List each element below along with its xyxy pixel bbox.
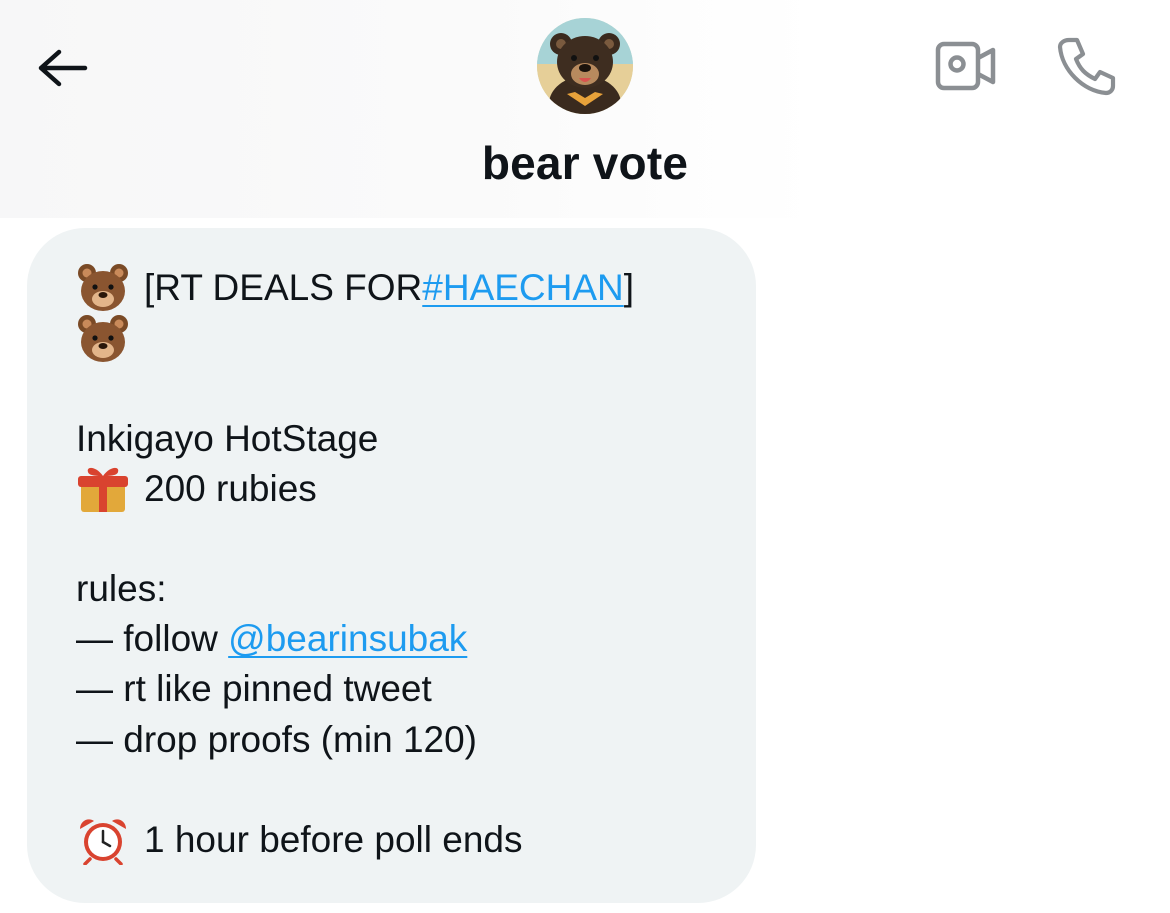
- message-text: ]: [623, 267, 635, 308]
- message-line-rule-proofs: — drop proofs (min 120): [76, 719, 478, 760]
- message-text: 200 rubies: [144, 468, 317, 509]
- message-line-prize: 200 rubies: [76, 464, 317, 514]
- message-line-deadline: 1 hour before poll ends: [76, 815, 523, 865]
- video-call-button[interactable]: [930, 34, 1002, 98]
- message-line-event: Inkigayo HotStage: [76, 418, 379, 459]
- video-camera-icon: [935, 41, 996, 91]
- message-line-rule-follow: — follow @bearinsubak: [76, 614, 467, 664]
- message-line-rule-rt: — rt like pinned tweet: [76, 668, 432, 709]
- message-text: [RT DEALS FOR: [144, 267, 423, 308]
- message-line-emoji: [76, 314, 144, 364]
- bear-avatar-image: [537, 18, 633, 114]
- message-line-rules-heading: rules:: [76, 568, 167, 609]
- conversation-header: bear vote: [0, 0, 1170, 218]
- phone-icon: [1057, 37, 1116, 96]
- voice-call-button[interactable]: [1050, 30, 1122, 102]
- avatar[interactable]: [537, 18, 633, 114]
- message-text: — follow: [76, 618, 229, 659]
- bear-face-emoji: [76, 314, 130, 364]
- hashtag-link[interactable]: #HAECHAN: [422, 263, 624, 313]
- gift-emoji: [76, 464, 130, 514]
- mention-link[interactable]: @bearinsubak: [228, 614, 467, 664]
- message-text: 1 hour before poll ends: [144, 819, 523, 860]
- alarm-clock-emoji: [76, 815, 130, 865]
- conversation-title: bear vote: [481, 137, 689, 189]
- arrow-left-icon: [38, 49, 88, 87]
- message-line-header: [RT DEALS FOR #HAECHAN ]: [76, 263, 634, 313]
- back-button[interactable]: [28, 38, 94, 98]
- bear-face-emoji: [76, 263, 130, 313]
